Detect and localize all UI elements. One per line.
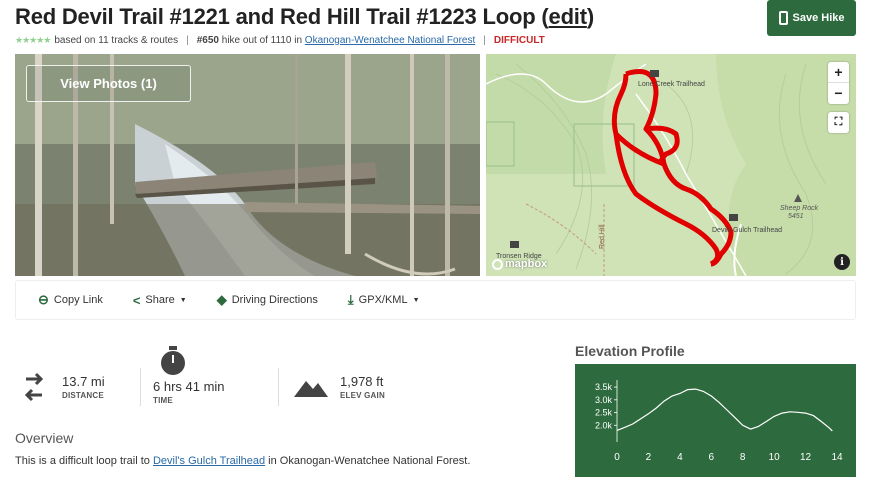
elevation-heading: Elevation Profile [575, 343, 685, 359]
map-label-road: Red Hill [599, 224, 606, 249]
trail-photo[interactable]: View Photos (1) [15, 54, 480, 276]
map-label-sheep-rock: Sheep Rock [780, 205, 819, 212]
x-tick-label: 2 [646, 452, 652, 463]
difficulty-badge: DIFFICULT [493, 34, 545, 46]
copy-link-button[interactable]: ⊖ Copy Link [38, 292, 103, 308]
overview-text-after: in Okanogan-Wenatchee National Forest. [265, 455, 471, 467]
trail-name: Red Devil Trail #1221 and Red Hill Trail… [15, 4, 536, 29]
caret-down-icon: ▼ [412, 296, 420, 304]
copy-link-label: Copy Link [53, 294, 103, 306]
overview-text: This is a difficult loop trail to Devil'… [15, 455, 470, 467]
share-button[interactable]: < Share ▼ [133, 293, 187, 308]
action-bar: ⊖ Copy Link < Share ▼ ◆ Driving Direction… [15, 280, 856, 320]
mapbox-logo[interactable]: mapbox [492, 258, 547, 270]
elevation-chart-svg: 2.0k 2.5k 3.0k 3.5k 0 2 4 6 8 10 12 14 [595, 380, 843, 463]
distance-label: DISTANCE [62, 391, 104, 400]
x-tick-label: 0 [614, 452, 620, 463]
link-icon: ⊖ [38, 292, 49, 307]
driving-directions-button[interactable]: ◆ Driving Directions [217, 292, 318, 308]
save-hike-button[interactable]: Save Hike [767, 0, 856, 36]
driving-directions-label: Driving Directions [231, 294, 318, 306]
y-tick-label: 3.0k [595, 395, 613, 405]
map-label-trailhead-bottom: Devils Gulch Trailhead [712, 227, 782, 234]
directions-icon: ◆ [216, 292, 227, 307]
distance-value: 13.7 mi [62, 374, 105, 389]
elev-gain-label: ELEV GAIN [340, 391, 385, 400]
share-label: Share [145, 294, 175, 306]
y-tick-label: 3.5k [595, 382, 613, 392]
stat-distance: 13.7 mi DISTANCE [22, 370, 105, 404]
paren-close: ) [586, 4, 594, 29]
attribution-info-button[interactable]: i [834, 254, 850, 270]
caret-down-icon: ▼ [179, 296, 187, 304]
stat-divider [278, 368, 279, 406]
map-canvas[interactable]: Lone Creek Trailhead Devils Gulch Trailh… [486, 54, 856, 276]
trail-map[interactable]: Lone Creek Trailhead Devils Gulch Trailh… [486, 54, 856, 276]
paren-open: ( [541, 4, 549, 29]
share-icon: < [132, 292, 141, 308]
forest-link[interactable]: Okanogan-Wenatchee National Forest [305, 35, 475, 46]
overview-text-before: This is a difficult loop trail to [15, 455, 153, 467]
view-photos-button[interactable]: View Photos (1) [26, 65, 191, 102]
x-tick-label: 10 [769, 452, 781, 463]
trailhead-link[interactable]: Devil's Gulch Trailhead [153, 455, 265, 467]
overview-heading: Overview [15, 430, 74, 446]
download-icon: ⤓ [347, 292, 354, 307]
stat-elev-gain: 1,978 ft ELEV GAIN [294, 374, 385, 400]
x-tick-label: 14 [831, 452, 843, 463]
title-row: Red Devil Trail #1221 and Red Hill Trail… [15, 4, 755, 32]
elevation-chart[interactable]: 2.0k 2.5k 3.0k 3.5k 0 2 4 6 8 10 12 14 [575, 364, 856, 477]
y-tick-label: 2.5k [595, 408, 613, 418]
stat-divider [140, 368, 141, 406]
zoom-in-button[interactable]: + [828, 62, 849, 83]
separator: | [186, 34, 189, 46]
edit-link[interactable]: edit [549, 4, 588, 29]
page-title: Red Devil Trail #1221 and Red Hill Trail… [15, 4, 594, 29]
save-hike-label: Save Hike [792, 12, 845, 24]
zoom-controls: + − [828, 62, 849, 104]
zoom-out-button[interactable]: − [828, 83, 849, 104]
stat-time: 6 hrs 41 min TIME [153, 345, 225, 405]
y-tick-label: 2.0k [595, 420, 613, 430]
x-tick-label: 8 [740, 452, 746, 463]
gpx-kml-label: GPX/KML [358, 294, 408, 306]
meta-row: ★★★★★ based on 11 tracks & routes | #650… [15, 33, 545, 47]
fullscreen-button[interactable]: ⛶ [828, 112, 849, 133]
route-icon [24, 372, 44, 402]
x-tick-label: 4 [677, 452, 683, 463]
x-tick-label: 6 [709, 452, 715, 463]
time-value: 6 hrs 41 min [153, 379, 225, 394]
map-label-trailhead-top: Lone Creek Trailhead [638, 81, 705, 88]
tracks-text: based on 11 tracks & routes [54, 34, 179, 46]
map-label-sheep-rock-elev: 5451 [788, 213, 804, 220]
time-label: TIME [153, 396, 173, 405]
phone-icon [778, 11, 788, 25]
mapbox-icon [492, 258, 503, 270]
elev-gain-value: 1,978 ft [340, 374, 384, 389]
rating-stars-icon: ★★★★★ [15, 34, 51, 45]
gpx-kml-button[interactable]: ⤓ GPX/KML ▼ [348, 292, 420, 308]
stopwatch-icon [161, 346, 185, 375]
separator: | [483, 34, 486, 46]
rank-number: #650 [196, 34, 219, 46]
elevation-line [616, 388, 833, 432]
mountain-icon [294, 381, 328, 397]
x-tick-label: 12 [800, 452, 812, 463]
rank-text: hike out of 1110 in [221, 34, 303, 46]
mapbox-text: mapbox [505, 258, 548, 270]
